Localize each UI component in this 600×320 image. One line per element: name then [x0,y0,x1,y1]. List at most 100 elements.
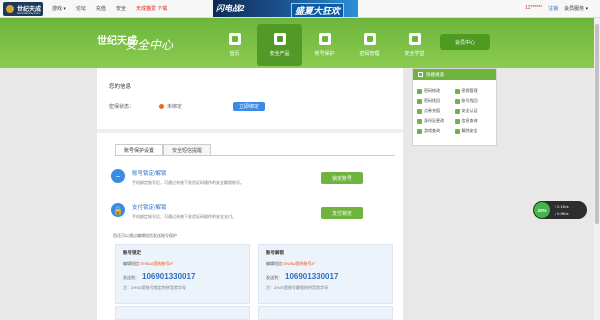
card-title: 账号锁定 [123,250,141,255]
nav-forum[interactable]: 论坛 [76,5,86,12]
card-partial [115,306,250,320]
banner-right-text: 盛夏大狂欢 [291,3,345,17]
quick-item[interactable]: 点券充值 [417,108,455,114]
quick-item[interactable]: 密码修改 [417,88,455,94]
card-sms-code: “ZHSD#您的账号#” [139,261,174,266]
logo-mark-icon [6,5,14,13]
card-sms-number: 106901330017 [285,272,339,281]
quick-access-panel: 快捷通道 密码修改 密保管理 密码找回 账号找回 点券充值 安全认证 身份证更改… [412,68,497,146]
quick-item-icon [417,108,422,114]
banner-left-text: 闪电战2 [216,4,245,13]
tab-security-products-label: 安全产品 [269,51,290,57]
book-icon [408,33,421,45]
top-bar: 世纪天成 www.tiancity.com 游戏 ▾ 论坛 充值 安全 天成猫爱… [0,0,600,18]
lock-account-button[interactable]: 锁定账号 [321,172,363,184]
card-account-lock: 账号锁定 编辑短信“ZHSD#您的账号#” 发送到： 106901330017 注… [115,244,250,304]
page-title: 安全中心 [125,38,174,52]
speed-percent: 20% [534,202,550,218]
nav-games[interactable]: 游戏 ▾ [52,5,66,12]
account-lock-desc: 手机绑定账号后，可通过系统下发验证码操作的安全解锁账号。 [132,180,244,185]
account-lock-row: − 账号锁定/解锁 手机绑定账号后，可通过系统下发验证码操作的安全解锁账号。 [111,169,244,186]
member-service-menu[interactable]: 会员服务 ▾ [564,5,588,12]
quick-item-icon [417,118,422,124]
download-speed: ↓ 0.9K/s [554,211,569,216]
logout-link[interactable]: 注销 [548,5,558,12]
card-sms-number: 106901330017 [142,272,196,281]
quick-item-label: 密码修改 [424,88,440,93]
card-note: 注：ZHSD是账号锁定的拼音首字母 [123,285,186,290]
quick-item-icon [417,88,422,94]
warning-dot-icon [159,104,164,109]
tab-account-protection-label: 账号保护 [314,51,335,57]
payment-lock-desc: 手机绑定账号后，可通过系统下发验证码操作的安全支付。 [132,214,236,219]
quick-access-icon [418,72,423,77]
payment-lock-row: 🔒 支付锁定/解锁 手机绑定账号后，可通过系统下发验证码操作的安全支付。 [111,203,236,220]
tab-security-school[interactable]: 安全学堂 [392,24,437,66]
card-account-unlock: 账号解锁 编辑短信“ZHJS#您的账号#” 发送到： 106901330017 注… [258,244,393,304]
nav-download[interactable]: 天成猫爱 下载 [136,5,167,12]
quick-item[interactable]: 安全认证 [454,108,493,114]
quick-item-icon [417,98,422,104]
quick-item-label: 解除安全 [461,128,478,133]
bind-now-button[interactable]: 立即绑定 [233,102,266,111]
section-title: 您的信息 [109,84,132,90]
quick-item-icon [454,98,460,104]
quick-item[interactable]: 游戏查询 [417,128,455,134]
main-panel: 您的信息 密保状态： 未绑定 立即绑定 账号保护设置 安全短信提醒 − 账号锁定… [97,68,403,320]
card-sms-code: “ZHJS#您的账号#” [282,261,316,266]
quick-item-label: 密码找回 [424,98,440,103]
card-partial [258,306,393,320]
quick-item-icon [454,118,460,124]
ad-banner[interactable]: 闪电战2 盛夏大狂欢 [213,0,358,17]
scrollbar-thumb[interactable] [595,24,599,224]
quick-item-icon [454,88,460,94]
username[interactable]: 11****** [525,5,542,12]
quick-item-icon [454,108,460,114]
card-line-prefix: 编辑短信 [123,261,139,266]
tab-password-management[interactable]: 密码管理 [347,24,392,66]
network-speed-widget[interactable]: 20% ↑ 2.1K/s ↓ 0.9K/s [533,201,587,219]
card-send-label: 发送到： [266,275,282,280]
quick-item-label: 身份证更改 [424,118,444,123]
quick-item[interactable]: 解除安全 [454,128,493,134]
quick-item-label: 账号找回 [461,98,478,103]
tab-security-products[interactable]: 安全产品 [257,24,302,66]
quick-item-icon [417,128,422,134]
quick-access-grid: 密码修改 密保管理 密码找回 账号找回 点券充值 安全认证 身份证更改 信息查询… [413,80,496,134]
quick-item-icon [454,128,460,134]
sms-cards: 账号锁定 编辑短信“ZHSD#您的账号#” 发送到： 106901330017 注… [115,244,393,320]
padlock-icon: 🔒 [111,203,125,217]
site-logo[interactable]: 世纪天成 www.tiancity.com [3,2,43,16]
tab-home-label: 首页 [229,51,240,57]
quick-item[interactable]: 身份证更改 [417,118,455,124]
security-header: 世纪天成 安全中心 首页 安全产品 账号保护 密码管理 安全学堂 会员中心 [0,18,600,68]
tab-underline [115,155,395,156]
lock-payment-button[interactable]: 支付锁定 [321,207,363,219]
quick-item-label: 点券充值 [424,108,440,113]
payment-lock-title: 支付锁定/解锁 [132,205,167,211]
quick-access-title: 快捷通道 [426,71,444,77]
card-title: 账号解锁 [266,250,284,255]
quick-item[interactable]: 账号找回 [454,98,493,104]
shield-icon [273,33,286,45]
header-nav: 首页 安全产品 账号保护 密码管理 安全学堂 [212,24,437,66]
home-icon [228,33,241,45]
quick-item[interactable]: 密保管理 [454,88,493,94]
divider [97,129,403,133]
account-lock-title: 账号锁定/解锁 [132,171,167,177]
quick-item[interactable]: 信息查询 [454,118,493,124]
tab-account-protection[interactable]: 账号保护 [302,24,347,66]
card-line-prefix: 编辑短信 [266,261,282,266]
member-center-button[interactable]: 会员中心 [440,34,490,50]
tab-password-management-label: 密码管理 [359,51,380,57]
quick-item-label: 信息查询 [461,118,478,123]
page-scrollbar[interactable] [594,18,600,320]
tab-home[interactable]: 首页 [212,24,257,66]
logo-subtext: www.tiancity.com [17,11,40,15]
minus-circle-icon: − [111,169,125,183]
quick-access-header: 快捷通道 [413,69,496,80]
nav-recharge[interactable]: 充值 [96,5,106,12]
quick-item[interactable]: 密码找回 [417,98,455,104]
tab-security-school-label: 安全学堂 [404,51,425,57]
nav-security[interactable]: 安全 [116,5,126,12]
